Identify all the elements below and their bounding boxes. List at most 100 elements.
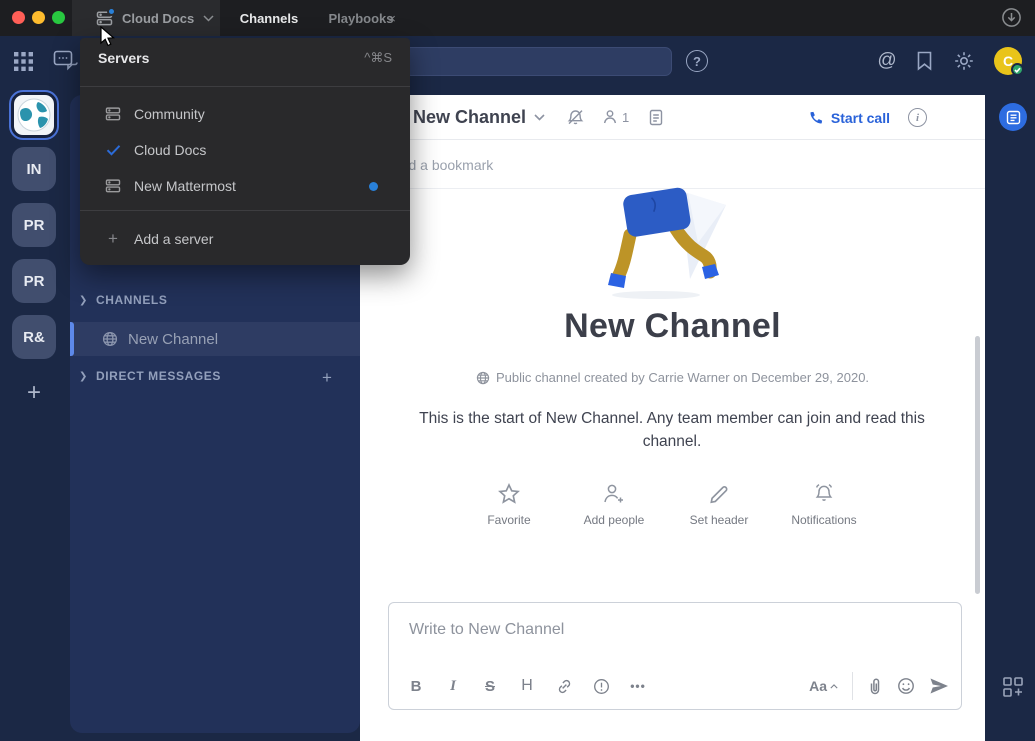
menu-item-add-server[interactable]: + Add a server — [80, 221, 410, 257]
team-item-active-globe[interactable] — [9, 90, 59, 140]
menu-item-community[interactable]: Community — [80, 96, 410, 132]
channels-product-icon[interactable] — [53, 50, 78, 73]
more-formatting-button[interactable]: ••• — [623, 673, 653, 699]
team-item-pr2[interactable]: PR — [12, 259, 56, 303]
minimize-window-button[interactable] — [32, 11, 45, 24]
product-switcher-icon[interactable] — [14, 52, 33, 71]
pencil-icon — [708, 483, 730, 505]
start-call-button[interactable]: Start call — [807, 95, 890, 140]
plus-icon: + — [104, 229, 122, 249]
exclamation-circle-icon — [593, 678, 610, 695]
server-dropdown-button[interactable]: Cloud Docs — [72, 0, 220, 36]
chevron-right-icon: ❯ — [79, 371, 88, 382]
menu-divider — [80, 86, 410, 87]
server-button-label: Cloud Docs — [122, 11, 194, 26]
menu-item-new-mattermost[interactable]: New Mattermost — [80, 168, 410, 204]
chevron-right-icon: ❯ — [79, 295, 88, 306]
server-icon — [104, 107, 122, 121]
member-count: 1 — [622, 110, 629, 125]
font-options-button[interactable]: Aa — [809, 678, 838, 694]
channel-intro-description: This is the start of New Channel. Any te… — [407, 407, 937, 453]
servers-shortcut: ^⌘S — [364, 50, 392, 66]
heading-button[interactable]: H — [512, 673, 542, 699]
channel-intro-illustration — [592, 185, 752, 303]
channel-intro-meta: Public channel created by Carrie Warner … — [360, 370, 985, 385]
globe-channel-icon — [102, 331, 118, 347]
server-unread-dot — [107, 7, 116, 16]
smiley-icon — [897, 677, 915, 695]
help-icon[interactable]: ? — [686, 50, 708, 72]
channel-item-new-channel[interactable]: New Channel — [70, 322, 360, 356]
add-people-button[interactable]: Add people — [569, 483, 659, 527]
chevron-down-icon — [203, 15, 214, 22]
tab-channels[interactable]: Channels — [230, 0, 308, 36]
star-icon — [498, 483, 520, 505]
globe-icon — [476, 371, 490, 385]
members-icon[interactable] — [602, 109, 618, 125]
settings-gear-icon[interactable] — [954, 51, 974, 71]
online-status-badge — [1011, 63, 1024, 76]
menu-divider — [80, 210, 410, 211]
server-icon — [96, 11, 113, 26]
servers-menu-title: Servers — [98, 50, 149, 66]
titlebar: Cloud Docs Channels Playbooks × — [0, 0, 1035, 36]
formatting-toolbar: B I S H ••• Aa — [401, 671, 949, 701]
toolbar-divider — [852, 672, 853, 700]
bell-ring-icon — [812, 483, 836, 505]
saved-posts-icon[interactable] — [916, 51, 933, 71]
message-composer: Write to New Channel B I S H ••• Aa — [388, 602, 962, 710]
paperclip-icon — [867, 677, 883, 695]
person-plus-icon — [602, 483, 626, 505]
channel-title[interactable]: New Channel — [413, 107, 526, 128]
message-input[interactable]: Write to New Channel — [409, 621, 564, 639]
unread-dot — [369, 182, 378, 191]
send-button[interactable] — [929, 677, 949, 695]
servers-dropdown-menu: Servers ^⌘S Community Cloud Docs New Mat… — [80, 38, 410, 265]
add-apps-icon[interactable] — [1002, 676, 1024, 698]
send-icon — [929, 677, 949, 695]
set-header-button[interactable]: Set header — [674, 483, 764, 527]
server-icon — [104, 179, 122, 193]
channel-item-label: New Channel — [128, 331, 218, 348]
mentions-icon[interactable]: @ — [876, 50, 898, 72]
team-item-in[interactable]: IN — [12, 147, 56, 191]
italic-button[interactable]: I — [438, 673, 468, 699]
tab-playbooks-close-icon[interactable]: × — [382, 0, 402, 36]
team-item-r-and[interactable]: R& — [12, 315, 56, 359]
chevron-down-icon[interactable] — [534, 114, 545, 121]
channel-header: New Channel 1 Start call i — [360, 95, 985, 140]
direct-messages-category[interactable]: ❯ DIRECT MESSAGES — [79, 369, 221, 383]
team-item-pr1[interactable]: PR — [12, 203, 56, 247]
main-panel: New Channel 1 Start call i — [360, 95, 985, 741]
channel-intro-title: New Channel — [360, 307, 985, 346]
boards-app-icon[interactable] — [999, 103, 1027, 131]
search-input[interactable] — [388, 47, 672, 76]
channel-files-icon[interactable] — [649, 109, 663, 126]
checkmark-icon — [104, 144, 122, 156]
selected-channel-indicator — [70, 322, 74, 356]
add-team-button[interactable]: + — [12, 371, 56, 415]
bookmarks-bar[interactable]: + Add a bookmark — [360, 141, 985, 189]
notifications-button[interactable]: Notifications — [779, 483, 869, 527]
scrollbar-thumb[interactable] — [975, 336, 980, 594]
close-window-button[interactable] — [12, 11, 25, 24]
add-direct-message-button[interactable]: + — [317, 368, 337, 388]
phone-icon — [807, 110, 823, 126]
favorite-button[interactable]: Favorite — [464, 483, 554, 527]
emoji-button[interactable] — [897, 677, 915, 695]
priority-button[interactable] — [586, 673, 616, 699]
mute-bell-icon[interactable] — [567, 109, 584, 126]
globe-team-icon — [14, 95, 54, 135]
bold-button[interactable]: B — [401, 673, 431, 699]
zoom-window-button[interactable] — [52, 11, 65, 24]
strikethrough-button[interactable]: S — [475, 673, 505, 699]
menu-item-cloud-docs[interactable]: Cloud Docs — [80, 132, 410, 168]
attach-file-button[interactable] — [867, 677, 883, 695]
chevron-up-icon — [830, 684, 838, 689]
link-button[interactable] — [549, 673, 579, 699]
channel-info-icon[interactable]: i — [908, 108, 927, 127]
link-icon — [556, 678, 573, 695]
channels-category[interactable]: ❯ CHANNELS — [79, 293, 167, 307]
mouse-cursor — [100, 26, 116, 48]
downloads-icon[interactable] — [1001, 7, 1022, 28]
